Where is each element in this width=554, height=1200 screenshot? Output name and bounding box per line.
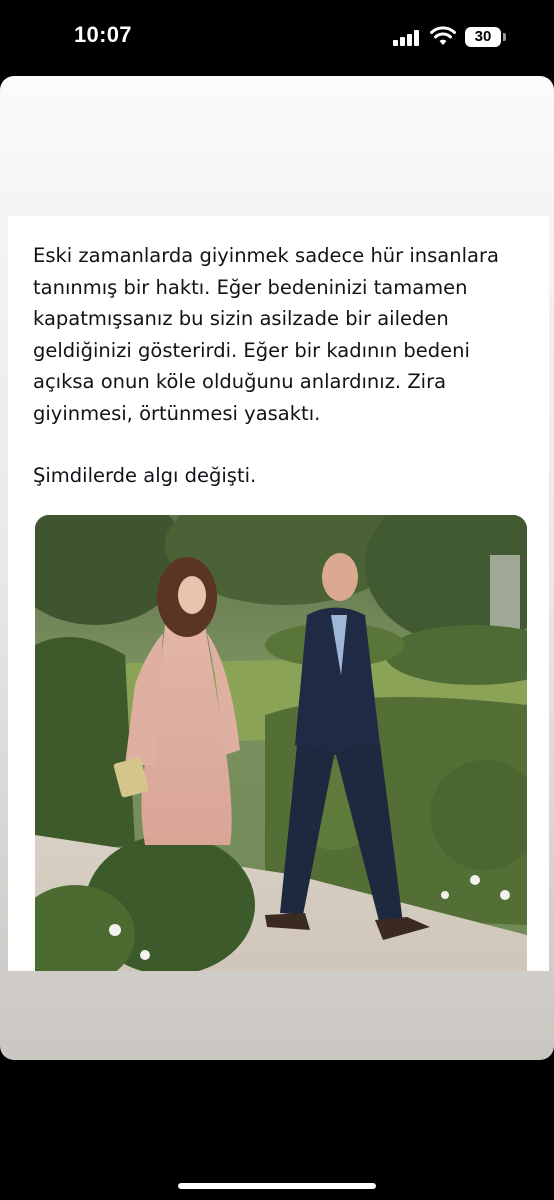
wifi-icon bbox=[430, 26, 456, 45]
home-indicator[interactable] bbox=[178, 1183, 376, 1189]
battery-icon: 30 bbox=[465, 27, 501, 47]
status-bar: 10:07 30 bbox=[0, 0, 554, 76]
status-time: 10:07 bbox=[74, 22, 132, 47]
screen-card: Eski zamanlarda giyinmek sadece hür insa… bbox=[0, 76, 554, 1060]
tweet-paragraph-1: Eski zamanlarda giyinmek sadece hür insa… bbox=[33, 244, 499, 425]
tweet-photo[interactable] bbox=[35, 515, 527, 971]
tweet-card[interactable]: Eski zamanlarda giyinmek sadece hür insa… bbox=[8, 216, 549, 971]
signal-icon bbox=[393, 30, 423, 46]
tweet-text: Eski zamanlarda giyinmek sadece hür insa… bbox=[33, 240, 523, 492]
photo-image bbox=[35, 515, 527, 971]
tweet-paragraph-2: Şimdilerde algı değişti. bbox=[33, 464, 257, 487]
battery-cap bbox=[503, 33, 506, 41]
